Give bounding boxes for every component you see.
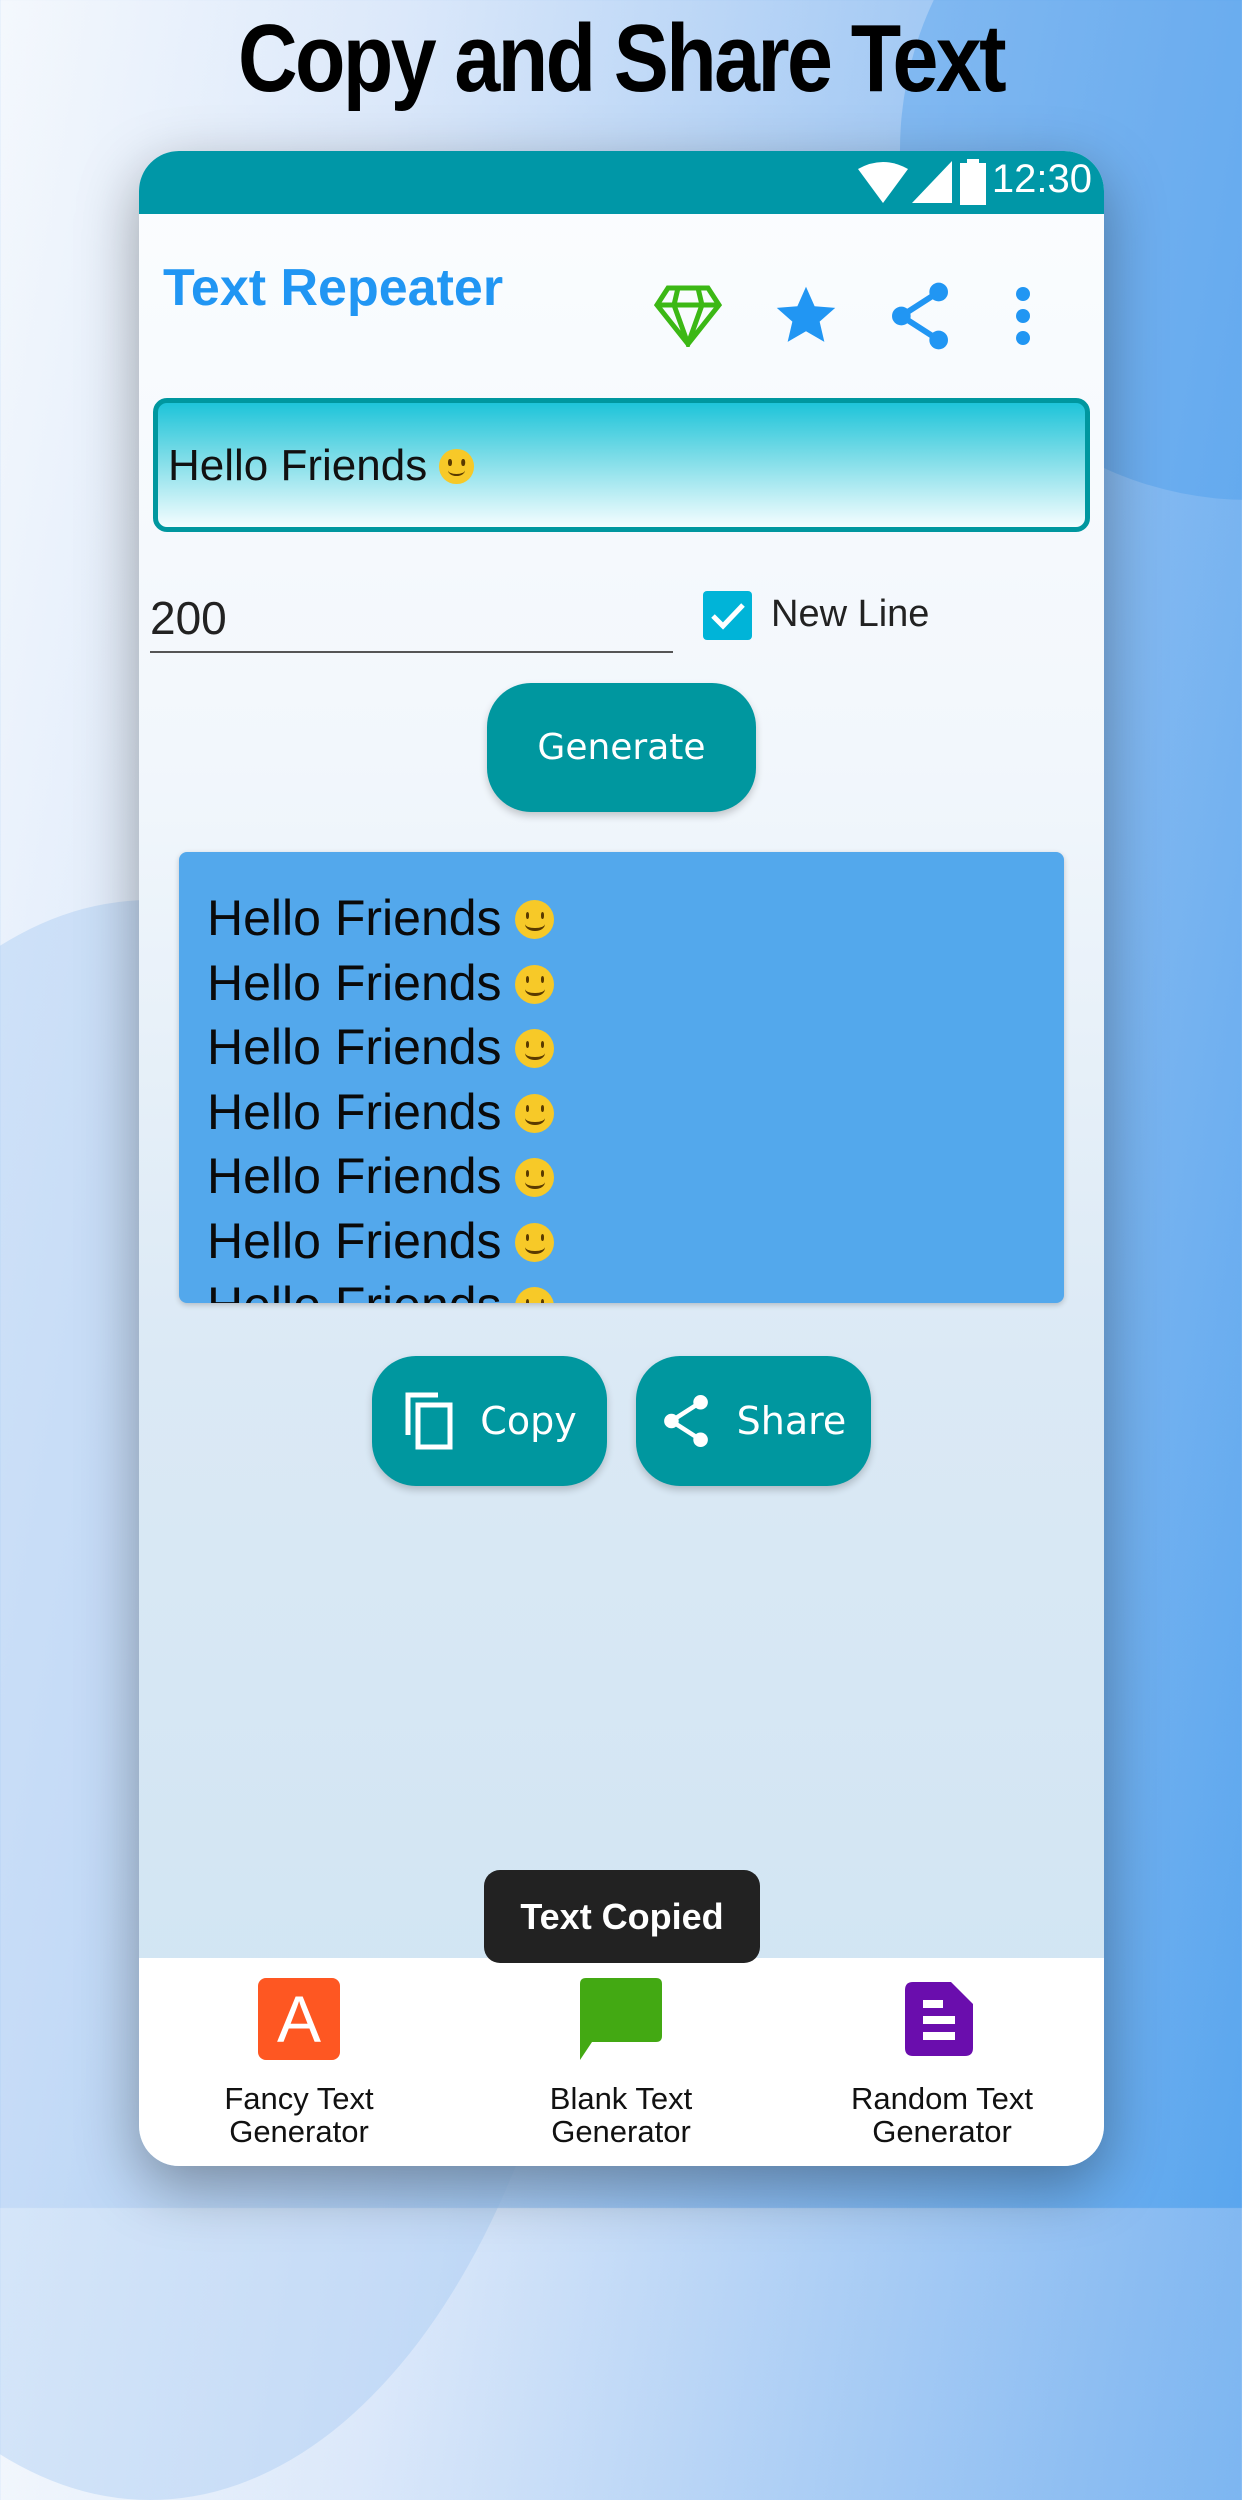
output-line-text: Hello Friends xyxy=(207,1212,502,1269)
signal-icon xyxy=(912,161,952,203)
copy-label: Copy xyxy=(480,1399,577,1443)
output-line: Hello Friends xyxy=(207,1144,1036,1209)
output-line: Hello Friends xyxy=(207,1015,1036,1080)
output-line-text: Hello Friends xyxy=(207,1148,502,1204)
letter-a-icon: A xyxy=(258,1978,340,2060)
share-icon xyxy=(663,1394,708,1448)
smile-emoji-icon xyxy=(515,1287,555,1303)
nav-label: Fancy Text xyxy=(224,2081,374,2116)
smile-emoji-icon xyxy=(515,964,555,1004)
nav-label: Random Text xyxy=(850,2081,1034,2116)
status-bar: 12:30 xyxy=(139,151,1104,214)
output-line: Hello Friends xyxy=(207,886,1036,951)
battery-icon xyxy=(960,159,986,205)
output-line: Hello Friends xyxy=(207,1080,1036,1145)
smile-emoji-icon xyxy=(515,900,555,939)
share-label: Share xyxy=(736,1399,847,1443)
smile-emoji-icon xyxy=(515,1029,555,1068)
nav-label: Generator xyxy=(872,2114,1012,2149)
output-line: Hello Friends xyxy=(207,1209,1036,1274)
nav-label: Generator xyxy=(229,2114,369,2149)
wifi-icon xyxy=(858,162,908,203)
nav-label: Blank Text xyxy=(549,2081,693,2116)
nav-fancy-text-generator[interactable]: A Fancy Text Generator xyxy=(139,1958,459,2148)
text-input[interactable]: Hello Friends xyxy=(153,398,1090,532)
clock: 12:30 xyxy=(991,157,1092,201)
smile-emoji-icon xyxy=(515,1158,555,1197)
output-line-text: Hello Friends xyxy=(207,890,502,946)
share-button[interactable]: Share xyxy=(636,1356,871,1486)
nav-random-text-generator[interactable]: Random Text Generator xyxy=(782,1958,1102,2148)
output-line: Hello Friends xyxy=(207,1273,1036,1303)
smile-emoji-icon xyxy=(515,1222,555,1262)
output-text-area[interactable]: Hello Friends Hello Friends Hello Friend… xyxy=(179,852,1064,1303)
output-line: Hello Friends xyxy=(207,951,1036,1016)
repeat-count-input[interactable]: 200 xyxy=(150,587,673,653)
new-line-checkbox[interactable] xyxy=(703,591,752,640)
output-line-text: Hello Friends xyxy=(207,1083,502,1140)
check-icon xyxy=(711,603,745,630)
document-icon xyxy=(905,1982,973,2056)
diamond-icon[interactable] xyxy=(654,285,722,347)
nav-blank-text-generator[interactable]: Blank Text Generator xyxy=(461,1958,781,2148)
toolbar: Text Repeater xyxy=(139,214,1104,364)
phone-screen: 12:30 Text Repeater Hello Friends 200 Ne… xyxy=(139,151,1104,2166)
more-vert-icon[interactable] xyxy=(1015,286,1031,346)
copy-button[interactable]: Copy xyxy=(372,1356,607,1486)
output-line-text: Hello Friends xyxy=(207,1019,502,1075)
new-line-label: New Line xyxy=(771,593,930,635)
toast-message: Text Copied xyxy=(484,1870,760,1963)
app-title: Text Repeater xyxy=(163,259,504,317)
share-icon[interactable] xyxy=(888,281,952,351)
chat-bubble-icon xyxy=(580,1978,662,2060)
bottom-navigation: A Fancy Text Generator Blank Text Generato… xyxy=(139,1958,1104,2166)
input-text: Hello Friends xyxy=(168,441,428,490)
generate-button[interactable]: Generate xyxy=(487,683,756,812)
headline: Copy and Share Text xyxy=(237,5,1007,112)
output-line-text: Hello Friends xyxy=(207,954,502,1011)
smile-emoji-icon xyxy=(439,449,474,484)
star-icon[interactable] xyxy=(772,284,840,348)
smile-emoji-icon xyxy=(515,1093,555,1133)
output-line-text: Hello Friends xyxy=(207,1277,502,1303)
copy-icon xyxy=(405,1392,453,1450)
nav-label: Generator xyxy=(551,2114,691,2149)
